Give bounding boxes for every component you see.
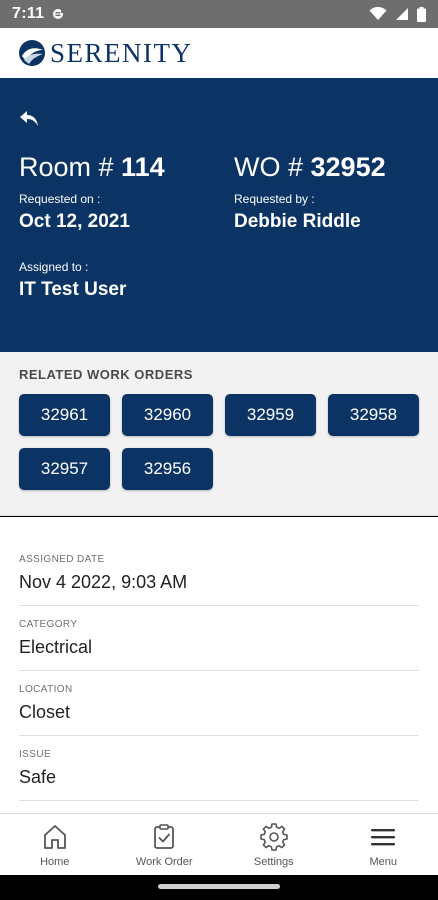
gear-icon — [259, 823, 288, 851]
nav-settings-label: Settings — [253, 856, 294, 868]
status-bar: 7:11 — [0, 0, 438, 28]
nav-home-label: Home — [40, 856, 70, 868]
related-work-order-button[interactable]: 32960 — [122, 394, 213, 436]
assigned-block: Assigned to : IT Test User — [19, 260, 126, 301]
wifi-icon — [369, 7, 387, 20]
assigned-to-value: IT Test User — [19, 279, 127, 300]
room-block: Room # 114 Requested on : Oct 12, 2021 — [19, 152, 165, 233]
related-work-order-button[interactable]: 32959 — [225, 394, 316, 436]
detail-value: Nov 4 2022, 9:03 AM — [19, 572, 188, 592]
related-work-order-button[interactable]: 32961 — [19, 394, 110, 436]
app-header: SERENITY — [0, 28, 438, 78]
wo-heading: WO # 32952 — [234, 152, 386, 182]
work-order-header: Room # 114 Requested on : Oct 12, 2021 W… — [0, 78, 438, 352]
nav-settings[interactable]: Settings — [219, 814, 329, 875]
app-logo-text: SERENITY — [50, 37, 193, 68]
detail-label: ISSUE — [19, 749, 52, 760]
detail-row-issue: ISSUE Safe — [19, 736, 419, 801]
related-work-order-button[interactable]: 32957 — [19, 448, 110, 490]
serenity-logo-icon — [19, 40, 45, 66]
related-work-orders-grid: 32961 32960 32959 32958 32957 32956 — [19, 394, 419, 490]
related-work-order-button[interactable]: 32956 — [122, 448, 213, 490]
nav-work-order[interactable]: Work Order — [110, 814, 220, 875]
nav-menu[interactable]: Menu — [329, 814, 438, 875]
back-button[interactable] — [14, 106, 44, 132]
room-number: 114 — [121, 152, 165, 182]
requested-on-value: Oct 12, 2021 — [19, 211, 130, 232]
home-gesture-handle[interactable] — [158, 884, 280, 889]
signal-icon — [396, 8, 408, 20]
notification-icon — [53, 9, 66, 19]
detail-row-category: CATEGORY Electrical — [19, 606, 419, 671]
nav-work-order-label: Work Order — [135, 856, 193, 868]
detail-row-location: LOCATION Closet — [19, 671, 419, 736]
related-work-orders: RELATED WORK ORDERS 32961 32960 32959 32… — [0, 352, 438, 516]
home-icon — [43, 825, 66, 849]
detail-label: CATEGORY — [19, 619, 78, 630]
requested-on-label: Requested on : — [19, 192, 101, 206]
detail-value: Safe — [19, 767, 57, 787]
detail-value: Closet — [19, 702, 71, 722]
room-heading: Room # 114 — [19, 152, 165, 182]
assigned-to-label: Assigned to : — [19, 260, 89, 274]
detail-row-assigned-date: ASSIGNED DATE Nov 4 2022, 9:03 AM — [19, 517, 419, 606]
bottom-nav: Home Work Order Settings Menu — [0, 813, 438, 875]
system-gesture-bar — [0, 875, 438, 900]
clipboard-check-icon — [154, 824, 175, 849]
nav-menu-label: Menu — [369, 856, 398, 868]
nav-home[interactable]: Home — [0, 814, 110, 875]
reply-back-icon — [20, 111, 38, 126]
related-work-orders-title: RELATED WORK ORDERS — [19, 367, 193, 382]
detail-label: ASSIGNED DATE — [19, 554, 105, 565]
requested-by-value: Debbie Riddle — [234, 211, 361, 232]
status-time: 7:11 — [12, 5, 45, 22]
menu-icon — [371, 829, 396, 846]
related-work-order-button[interactable]: 32958 — [328, 394, 419, 436]
battery-icon — [417, 6, 426, 22]
detail-label: LOCATION — [19, 684, 73, 695]
wo-block: WO # 32952 Requested by : Debbie Riddle — [234, 152, 386, 233]
requested-by-label: Requested by : — [234, 192, 315, 206]
wo-number: 32952 — [310, 152, 386, 182]
detail-value: Electrical — [19, 637, 93, 657]
work-order-details[interactable]: ASSIGNED DATE Nov 4 2022, 9:03 AM CATEGO… — [0, 517, 438, 813]
